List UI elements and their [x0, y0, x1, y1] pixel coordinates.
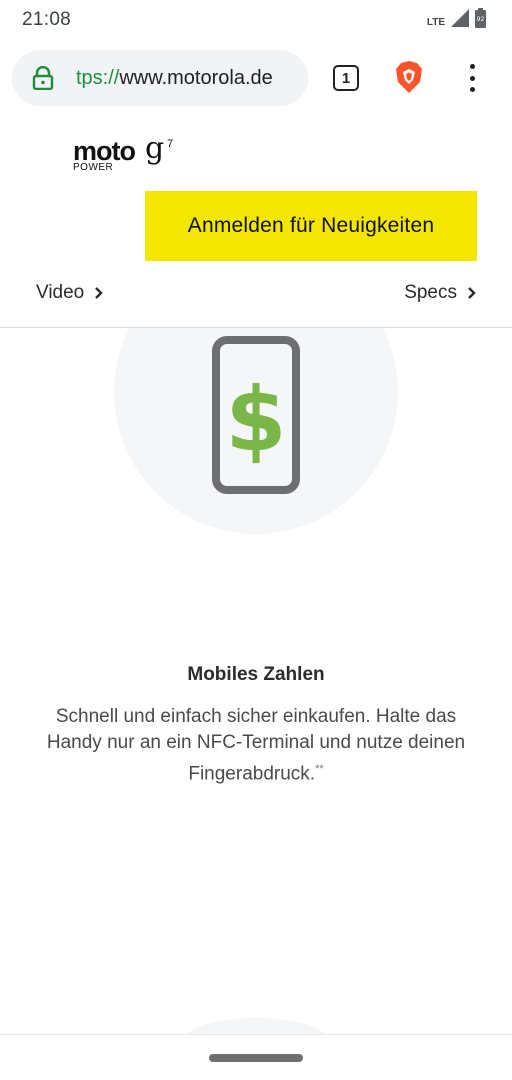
phone-dollar-icon: $ — [212, 336, 300, 494]
url-text[interactable]: tps://www.motorola.de — [76, 67, 273, 90]
url-host: www.motorola.de — [119, 67, 273, 89]
tab-switcher-button[interactable]: 1 — [333, 65, 359, 91]
menu-dot-icon — [469, 75, 475, 81]
menu-dot-icon — [469, 64, 475, 69]
browser-toolbar: tps://www.motorola.de 1 — [0, 40, 512, 116]
mobile-payment-illustration: $ — [0, 328, 512, 548]
status-icons: LTE 92 — [427, 8, 486, 28]
footnote-marker[interactable]: ** — [315, 763, 324, 775]
lock-icon[interactable] — [32, 66, 54, 90]
svg-text:$: $ — [225, 368, 286, 471]
home-gesture-handle[interactable] — [209, 1054, 303, 1062]
url-scheme: tps:// — [76, 67, 120, 89]
battery-level: 92 — [477, 16, 485, 23]
nav-specs-label: Specs — [404, 282, 457, 303]
status-bar: 21:08 LTE 92 — [0, 0, 512, 40]
battery-icon: 92 — [475, 8, 486, 28]
chevron-right-icon — [468, 287, 476, 299]
menu-dot-icon — [469, 87, 475, 92]
system-navigation-bar — [0, 1034, 512, 1080]
logo-model-number: 7 — [167, 138, 174, 150]
logo-wordmark: moto — [73, 136, 136, 166]
signup-button[interactable]: Anmelden für Neuigkeiten — [145, 191, 477, 261]
feature-description: Schnell und einfach sicher einkaufen. Ha… — [40, 704, 472, 787]
feature-title: Mobiles Zahlen — [187, 664, 325, 685]
nav-link-specs[interactable]: Specs — [404, 282, 476, 304]
nav-link-video[interactable]: Video — [36, 282, 103, 304]
network-type: LTE — [426, 16, 445, 28]
moto-g7-power-logo[interactable]: moto g 7 POWER — [73, 131, 183, 175]
overflow-menu-button[interactable] — [462, 64, 482, 92]
logo-variant: POWER — [73, 162, 114, 173]
address-bar[interactable]: tps://www.motorola.de — [12, 50, 308, 106]
nav-video-label: Video — [36, 282, 85, 303]
logo-model-letter: g — [145, 131, 165, 166]
feature-description-text: Schnell und einfach sicher einkaufen. Ha… — [46, 706, 466, 785]
signal-icon — [451, 9, 469, 27]
brave-shield-icon[interactable] — [395, 60, 423, 94]
status-time: 21:08 — [22, 9, 72, 30]
chevron-right-icon — [95, 287, 103, 299]
